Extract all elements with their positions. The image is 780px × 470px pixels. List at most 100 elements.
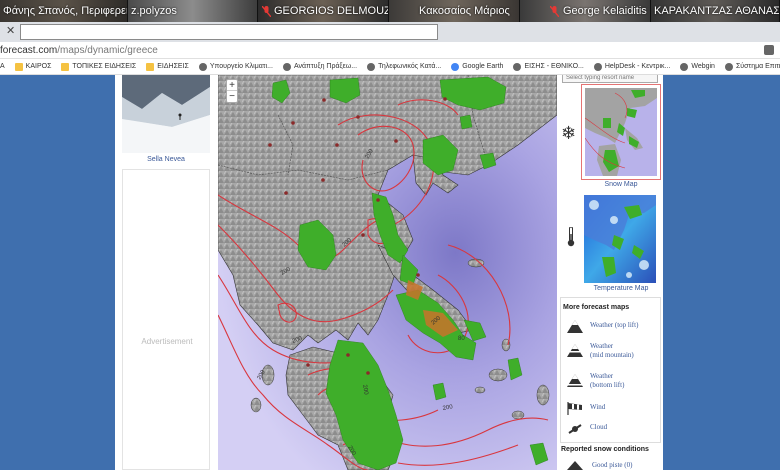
bookmark-label: Ανάπτυξη Πράξεω... xyxy=(293,63,358,70)
bookmark-item[interactable]: Webgin xyxy=(680,62,715,71)
bookmark-label: Webgin xyxy=(691,63,715,70)
island xyxy=(536,384,550,406)
island xyxy=(488,368,508,382)
left-sidebar: Sella Nevea Advertisement xyxy=(120,75,212,470)
bookmark-favicon-icon xyxy=(724,62,733,71)
mountain-bottom-icon xyxy=(567,374,583,387)
good-piste-link[interactable]: Good piste (0) xyxy=(592,461,632,469)
more-forecast-maps-title: More forecast maps xyxy=(563,304,630,311)
bookmark-item[interactable]: ΤΟΠΙΚΕΣ ΕΙΔΗΣΕΙΣ xyxy=(61,62,137,71)
bookmark-item[interactable]: Τηλεφωνικός Κατά... xyxy=(367,62,442,71)
forecast-item-label: Wind xyxy=(590,403,606,411)
bookmark-item[interactable]: ΕΙΔΗΣΕΙΣ xyxy=(146,62,189,71)
participant-name: Κακοσαίος Μάριος xyxy=(419,5,510,17)
bookmark-item[interactable]: Ανάπτυξη Πράξεω... xyxy=(282,62,358,71)
extension-icon[interactable] xyxy=(764,45,774,55)
bookmark-label: Τηλεφωνικός Κατά... xyxy=(378,63,442,70)
zoom-out-button[interactable]: − xyxy=(227,91,237,102)
bookmark-favicon-icon xyxy=(593,62,602,71)
island xyxy=(474,386,486,394)
folder-icon xyxy=(146,62,155,71)
bookmark-label: Υπουργείο Κλιματι... xyxy=(209,63,273,70)
bookmark-item[interactable]: Σύστημα Επιτήρησ... xyxy=(724,62,780,71)
url-text[interactable]: forecast.com/maps/dynamic/greece xyxy=(0,45,158,56)
bookmark-favicon-icon xyxy=(680,62,689,71)
url-path: /maps/dynamic/greece xyxy=(57,45,158,56)
bookmark-item[interactable]: HelpDesk - Κεντρικ... xyxy=(593,62,670,71)
bookmark-favicon-icon xyxy=(282,62,291,71)
bookmark-label: Σύστημα Επιτήρησ... xyxy=(735,63,780,70)
snow-map-thumbnail[interactable] xyxy=(585,88,657,176)
participant-tile[interactable]: GEORGIOS DELMOUZ... xyxy=(258,0,389,22)
resort-photo[interactable] xyxy=(122,75,210,153)
forecast-item-weather-mid-mountain[interactable]: Weather (mid mountain) xyxy=(561,342,661,362)
forecast-item-label: Weather (top lift) xyxy=(590,321,639,329)
bookmark-label: ΕΙΔΗΣΕΙΣ xyxy=(157,63,189,70)
bookmark-item[interactable]: Google Earth xyxy=(451,62,504,71)
snowflake-icon: ❄ xyxy=(561,123,577,143)
right-sidebar: Select typing resort name ❄ Snow Map Tem… xyxy=(557,75,663,470)
bookmark-favicon-icon xyxy=(451,62,460,71)
web-page: Sella Nevea Advertisement 200 200 200 20… xyxy=(0,75,780,470)
bookmark-label: ΕΙΣΗΣ - ΕΘΝΙΚΟ... xyxy=(524,63,584,70)
thermometer-icon xyxy=(567,227,575,247)
participant-name: GEORGIOS DELMOUZ... xyxy=(274,5,389,17)
snow-map-link[interactable]: Snow Map xyxy=(581,181,661,188)
map-canvas[interactable]: 200 200 200 200 200 200 200 200 200 80 xyxy=(218,75,557,470)
participant-tile[interactable]: Κακοσαίος Μάριος xyxy=(389,0,520,22)
advertisement-box: Advertisement xyxy=(122,169,210,470)
bookmarks-bar: A ΚΑΙΡΟΣ ΤΟΠΙΚΕΣ ΕΙΔΗΣΕΙΣ ΕΙΔΗΣΕΙΣ Υπουργείο… xyxy=(0,59,780,75)
tab-search-field[interactable] xyxy=(20,24,438,40)
participant-tile[interactable]: George Kelaiditis xyxy=(520,0,651,22)
good-piste-icon xyxy=(567,461,583,470)
address-bar[interactable]: forecast.com/maps/dynamic/greece xyxy=(0,42,780,59)
bookmark-label: ΚΑΙΡΟΣ xyxy=(25,63,52,70)
island xyxy=(250,397,262,413)
reported-snow-conditions-title: Reported snow conditions xyxy=(561,446,649,453)
bookmark-item[interactable]: ΕΙΣΗΣ - ΕΘΝΙΚΟ... xyxy=(513,62,584,71)
forecast-item-cloud[interactable]: Cloud xyxy=(561,420,661,440)
video-call-participants-strip: Φάνης Σπανός, Περιφερει... z.polyzos GEO… xyxy=(0,0,780,22)
participant-tile[interactable]: z.polyzos xyxy=(128,0,258,22)
bookmark-favicon-icon xyxy=(367,62,376,71)
bookmark-label: Google Earth xyxy=(462,63,504,70)
participant-name: z.polyzos xyxy=(131,5,177,17)
participant-tile[interactable]: ΚΑΡΑΚΑΝΤΖΑΣ ΑΘΑΝΑΣΙ... xyxy=(651,0,780,22)
bookmark-item[interactable]: ΚΑΙΡΟΣ xyxy=(14,62,52,71)
forecast-item-label: Weather (bottom lift) xyxy=(590,372,625,389)
temperature-map-thumbnail[interactable] xyxy=(584,195,656,283)
photo-caption-link[interactable]: Sella Nevea xyxy=(120,156,212,163)
participant-name: ΚΑΡΑΚΑΝΤΖΑΣ ΑΘΑΝΑΣΙ... xyxy=(654,5,780,17)
temperature-map-link[interactable]: Temperature Map xyxy=(581,285,661,292)
bookmark-label: A xyxy=(0,63,5,70)
svg-text:80: 80 xyxy=(458,336,465,342)
participant-tile[interactable]: Φάνης Σπανός, Περιφερει... xyxy=(0,0,128,22)
snow-map-thumbnail-frame[interactable] xyxy=(581,84,661,180)
zoom-control: + − xyxy=(226,79,238,103)
bookmark-favicon-icon xyxy=(198,62,207,71)
url-host: forecast.com xyxy=(0,45,58,56)
browser-tab-bar: ✕ xyxy=(0,22,780,42)
folder-icon xyxy=(14,62,23,71)
mountain-top-icon xyxy=(567,320,583,333)
bookmark-label: ΤΟΠΙΚΕΣ ΕΙΔΗΣΕΙΣ xyxy=(72,63,137,70)
bookmark-favicon-icon xyxy=(513,62,522,71)
forecast-item-weather-top-lift[interactable]: Weather (top lift) xyxy=(561,318,661,338)
forecast-item-weather-bottom-lift[interactable]: Weather (bottom lift) xyxy=(561,372,661,392)
bookmark-item[interactable]: A xyxy=(0,63,5,70)
forecast-item-label: Weather (mid mountain) xyxy=(590,342,634,359)
snow-forecast-map[interactable]: 200 200 200 200 200 200 200 200 200 80 +… xyxy=(218,75,557,470)
close-icon[interactable]: ✕ xyxy=(6,25,18,37)
more-forecast-maps-box: More forecast maps Weather (top lift) We… xyxy=(560,297,661,443)
ad-label: Advertisement xyxy=(141,337,193,346)
zoom-in-button[interactable]: + xyxy=(227,80,237,91)
windsock-icon xyxy=(567,402,582,415)
participant-name: Φάνης Σπανός, Περιφερει... xyxy=(3,5,128,17)
folder-icon xyxy=(61,62,70,71)
forecast-item-wind[interactable]: Wind xyxy=(561,400,661,420)
mountain-mid-icon xyxy=(567,344,583,357)
resort-select-dropdown[interactable]: Select typing resort name xyxy=(562,75,658,83)
muted-mic-icon xyxy=(262,6,271,17)
cloud-icon xyxy=(568,424,582,434)
bookmark-item[interactable]: Υπουργείο Κλιματι... xyxy=(198,62,273,71)
